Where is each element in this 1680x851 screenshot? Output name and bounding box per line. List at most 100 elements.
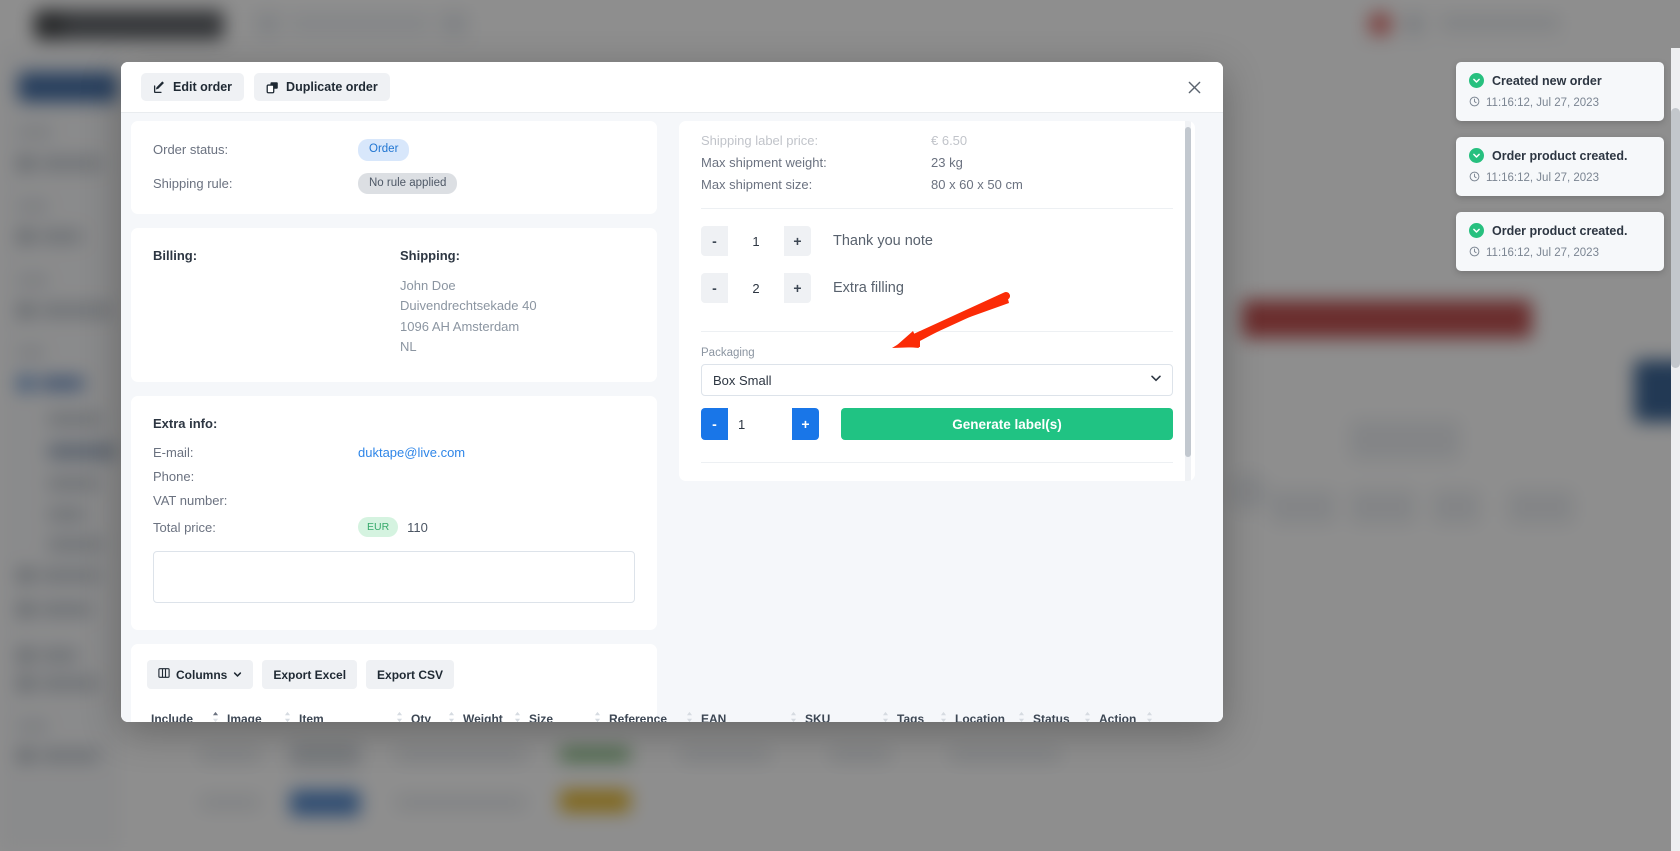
toast-title-row: Created new order (1469, 73, 1651, 88)
packaging-section: Packaging Box Small (701, 347, 1173, 396)
sort-icon[interactable] (1084, 711, 1091, 722)
phone-label: Phone: (153, 469, 195, 485)
sort-icon[interactable] (940, 711, 947, 722)
extra-info-card: Extra info: E-mail: duktape@live.com Pho… (131, 396, 657, 631)
table-toolbar: Columns Export Excel Export CSV (147, 660, 641, 690)
column-header-size[interactable]: Size (525, 705, 605, 722)
sort-icon[interactable] (790, 711, 797, 722)
toast-timestamp: 11:16:12, Jul 27, 2023 (1486, 247, 1599, 259)
shipping-line: 1096 AH Amsterdam (400, 318, 520, 334)
column-label: Weight (463, 711, 503, 722)
page-scrollbar-track[interactable] (1671, 48, 1680, 851)
column-header-tags[interactable]: Tags (893, 705, 951, 722)
extra-filling-stepper: - + (701, 273, 811, 303)
sort-icon[interactable] (1146, 711, 1153, 722)
vat-row: VAT number: (153, 493, 635, 508)
column-label: Size (529, 711, 554, 722)
check-circle-icon (1469, 148, 1484, 163)
pencil-edit-icon (153, 80, 166, 94)
close-icon[interactable] (1181, 74, 1207, 100)
increment-button[interactable]: + (784, 226, 811, 256)
toast-notification[interactable]: Created new order 11:16:12, Jul 27, 2023 (1456, 62, 1664, 121)
shipping-title: Shipping: (400, 248, 460, 264)
extra-info-title: Extra info: (153, 416, 218, 432)
duplicate-copy-icon (266, 81, 279, 94)
export-excel-button[interactable]: Export Excel (262, 660, 358, 690)
columns-button[interactable]: Columns (147, 660, 254, 690)
vat-label: VAT number: (153, 493, 228, 509)
increment-button[interactable]: + (784, 273, 811, 303)
max-weight-label: Max shipment weight: (701, 155, 827, 170)
order-note-textarea[interactable] (153, 551, 635, 604)
toast-notification[interactable]: Order product created. 11:16:12, Jul 27,… (1456, 212, 1664, 271)
shipping-rule-label: Shipping rule: (153, 175, 233, 191)
thank-you-note-label: Thank you note (833, 233, 933, 249)
table-header-row: Include Image Item Qty Weight Size Refer… (147, 705, 1157, 722)
extra-filling-qty-input[interactable] (728, 273, 784, 303)
toast-container: Created new order 11:16:12, Jul 27, 2023… (1456, 62, 1664, 271)
sort-icon[interactable] (686, 711, 693, 722)
panel-divider (701, 331, 1173, 332)
column-header-action[interactable]: Action (1095, 705, 1157, 722)
toast-time-row: 11:16:12, Jul 27, 2023 (1469, 96, 1651, 110)
sort-icon[interactable] (1018, 711, 1025, 722)
currency-badge: EUR (358, 517, 399, 538)
toast-notification[interactable]: Order product created. 11:16:12, Jul 27,… (1456, 137, 1664, 196)
email-label: E-mail: (153, 445, 194, 461)
column-header-ean[interactable]: EAN (697, 705, 801, 722)
sort-icon[interactable] (882, 711, 889, 722)
sort-asc-icon[interactable] (212, 711, 219, 722)
modal-scroll-area[interactable]: Order status: Order Shipping rule: No ru… (121, 113, 1223, 722)
sort-icon[interactable] (284, 711, 291, 722)
edit-order-button[interactable]: Edit order (141, 73, 245, 101)
label-price-label: Shipping label price: (701, 133, 819, 148)
increment-button[interactable]: + (792, 408, 819, 440)
column-label: Qty (411, 711, 432, 722)
sort-icon[interactable] (396, 711, 403, 722)
order-status-badge: Order (358, 139, 410, 161)
total-price-value-wrap: EUR 110 (358, 517, 428, 538)
column-header-include[interactable]: Include (147, 705, 223, 722)
sort-icon[interactable] (514, 711, 521, 722)
panel-divider (701, 208, 1173, 209)
column-header-item[interactable]: Item (295, 705, 407, 722)
packaging-select[interactable]: Box Small (701, 364, 1173, 396)
generate-label-row: - + Generate label(s) (701, 408, 1173, 440)
decrement-button[interactable]: - (701, 226, 728, 256)
clock-icon (1469, 96, 1480, 110)
column-header-image[interactable]: Image (223, 705, 295, 722)
email-link[interactable]: duktape@live.com (358, 445, 465, 460)
column-header-weight[interactable]: Weight (459, 705, 525, 722)
shipping-block: Shipping: John Doe Duivendrechtsekade 40… (400, 248, 537, 358)
label-qty-input[interactable] (728, 408, 792, 440)
toast-time-row: 11:16:12, Jul 27, 2023 (1469, 246, 1651, 260)
email-row: E-mail: duktape@live.com (153, 445, 635, 460)
extra-filling-label: Extra filling (833, 280, 904, 296)
max-weight-row: Max shipment weight: 23 kg (701, 155, 1173, 170)
chevron-down-icon (233, 668, 242, 682)
column-header-status[interactable]: Status (1029, 705, 1095, 722)
column-label: Action (1099, 711, 1137, 722)
decrement-button[interactable]: - (701, 273, 728, 303)
generate-labels-button[interactable]: Generate label(s) (841, 408, 1173, 440)
toast-title: Order product created. (1492, 148, 1628, 163)
column-header-sku[interactable]: SKU (801, 705, 893, 722)
sort-icon[interactable] (448, 711, 455, 722)
thank-you-note-qty-input[interactable] (728, 226, 784, 256)
packaging-label: Packaging (701, 347, 755, 359)
export-csv-button[interactable]: Export CSV (366, 660, 455, 690)
decrement-button[interactable]: - (701, 408, 728, 440)
shipping-line: John Doe (400, 278, 456, 294)
page-scrollbar-thumb[interactable] (1671, 108, 1680, 368)
column-header-location[interactable]: Location (951, 705, 1029, 722)
duplicate-order-button[interactable]: Duplicate order (254, 73, 390, 101)
column-header-qty[interactable]: Qty (407, 705, 459, 722)
column-header-reference[interactable]: Reference (605, 705, 697, 722)
duplicate-order-label: Duplicate order (286, 80, 378, 94)
packaging-select-wrap: Box Small (701, 364, 1173, 396)
columns-grid-icon (158, 667, 170, 682)
inner-scrollbar-thumb[interactable] (1185, 127, 1191, 457)
sort-icon[interactable] (594, 711, 601, 722)
column-label: Include (151, 711, 194, 722)
total-price-amount: 110 (407, 519, 428, 535)
